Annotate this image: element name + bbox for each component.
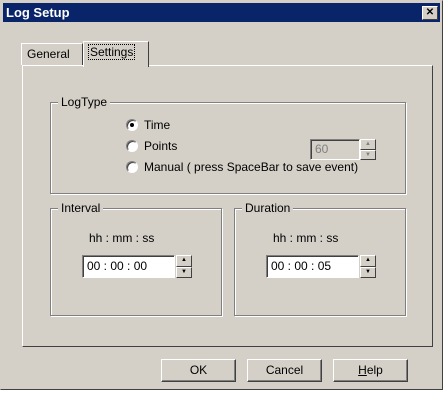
tab-general-label: General	[27, 47, 70, 61]
points-spinner[interactable]: ▲ ▼	[360, 139, 376, 160]
spin-up-icon[interactable]: ▲	[360, 255, 376, 267]
tab-general[interactable]: General	[21, 43, 83, 65]
duration-spinner[interactable]: ▲ ▼	[360, 255, 376, 278]
interval-spinner[interactable]: ▲ ▼	[176, 255, 192, 278]
title-bar[interactable]: Log Setup ✕	[3, 3, 440, 22]
settings-tab-panel: LogType Time Points Manual ( press Space…	[22, 65, 433, 347]
interval-group-label: Interval	[58, 201, 104, 215]
spin-down-icon[interactable]: ▼	[360, 266, 376, 278]
spin-up-icon[interactable]: ▲	[176, 255, 192, 267]
duration-time-input[interactable]: 00 : 00 : 05	[266, 255, 359, 278]
duration-group: Duration hh : mm : ss 00 : 00 : 05 ▲ ▼	[234, 201, 406, 316]
radio-points-button[interactable]	[126, 140, 138, 152]
spin-down-icon[interactable]: ▼	[176, 266, 192, 278]
radio-manual-label: Manual ( press SpaceBar to save event)	[144, 160, 359, 174]
logtype-group: LogType Time Points Manual ( press Space…	[50, 95, 406, 194]
help-accelerator: H	[358, 363, 367, 377]
interval-time-input[interactable]: 00 : 00 : 00	[82, 255, 175, 278]
radio-selected-dot	[130, 123, 134, 127]
window-title: Log Setup	[6, 5, 70, 20]
radio-manual-button[interactable]	[126, 161, 138, 173]
duration-group-label: Duration	[242, 201, 294, 215]
close-icon[interactable]: ✕	[422, 6, 438, 20]
cancel-button[interactable]: Cancel	[247, 359, 322, 382]
help-button[interactable]: Help	[333, 359, 408, 382]
radio-points-label: Points	[144, 139, 178, 153]
tab-settings[interactable]: Settings	[83, 41, 149, 67]
duration-format-label: hh : mm : ss	[273, 231, 339, 245]
interval-format-label: hh : mm : ss	[89, 231, 155, 245]
help-label-rest: elp	[366, 363, 383, 377]
spin-up-icon[interactable]: ▲	[360, 139, 376, 150]
ok-button[interactable]: OK	[161, 359, 236, 382]
log-setup-dialog: Log Setup ✕ General Settings LogType Tim…	[0, 0, 443, 390]
points-count-input[interactable]: 60	[310, 139, 360, 160]
radio-time-button[interactable]	[126, 119, 138, 131]
spin-down-icon[interactable]: ▼	[360, 149, 376, 160]
logtype-group-label: LogType	[58, 95, 111, 109]
radio-time-label: Time	[144, 118, 171, 132]
tab-settings-label: Settings	[87, 44, 136, 60]
interval-group: Interval hh : mm : ss 00 : 00 : 00 ▲ ▼	[50, 201, 222, 316]
